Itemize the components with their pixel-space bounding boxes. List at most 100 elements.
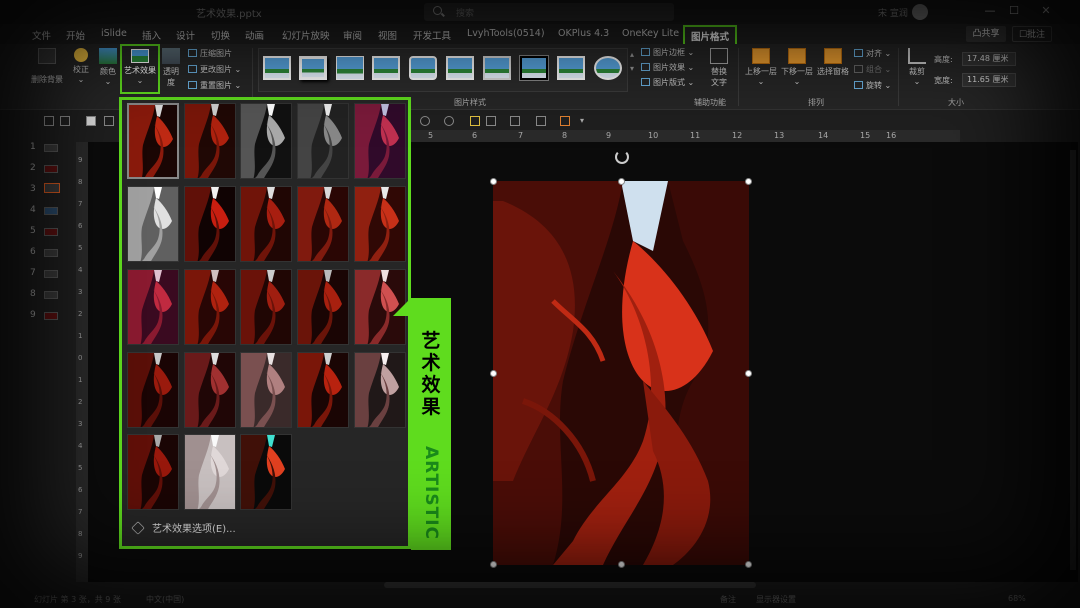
artistic-effects-options[interactable]: 艺术效果选项(E)...: [131, 520, 236, 535]
picture-style-1[interactable]: [263, 56, 291, 80]
format-painter-icon[interactable]: [44, 116, 54, 126]
artistic-effect-option[interactable]: [240, 103, 292, 179]
artistic-effect-option[interactable]: [240, 269, 292, 345]
picture-style-6[interactable]: [446, 56, 474, 80]
vertical-scrollbar[interactable]: [1070, 150, 1076, 570]
change-picture-button[interactable]: 更改图片 ⌄: [188, 64, 241, 75]
align-button[interactable]: 对齐 ⌄: [854, 48, 891, 59]
artistic-effect-option[interactable]: [184, 269, 236, 345]
height-input[interactable]: 17.48 厘米: [962, 52, 1016, 66]
resize-handle[interactable]: [490, 178, 497, 185]
compress-pictures-button[interactable]: 压缩图片: [188, 48, 232, 59]
share-button[interactable]: 凸共享: [966, 26, 1006, 42]
tab-okplus[interactable]: OKPlus 4.3: [558, 28, 609, 39]
bring-forward-button[interactable]: 上移一层 ⌄: [745, 46, 777, 96]
tab-home[interactable]: 开始: [66, 28, 85, 42]
artistic-effect-option[interactable]: [184, 103, 236, 179]
picture-style-7[interactable]: [483, 56, 511, 80]
layer-icon[interactable]: [560, 116, 570, 126]
gallery-scroll-down[interactable]: ▾: [630, 64, 634, 73]
artistic-effect-option[interactable]: [127, 186, 179, 262]
shape-2-icon[interactable]: [444, 116, 454, 126]
artistic-effect-option[interactable]: [127, 269, 179, 345]
tab-slideshow[interactable]: 幻灯片放映: [282, 28, 330, 42]
picture-style-5[interactable]: [409, 56, 437, 80]
text-icon[interactable]: [104, 116, 114, 126]
send-backward-button[interactable]: 下移一层 ⌄: [781, 46, 813, 96]
tab-onekey[interactable]: OneKey Lite: [622, 28, 679, 39]
color-button[interactable]: 颜色 ⌄: [95, 46, 121, 96]
artistic-effect-option[interactable]: [354, 103, 406, 179]
language-indicator[interactable]: 中文(中国): [146, 594, 184, 605]
artistic-effect-option[interactable]: [240, 186, 292, 262]
transparency-button[interactable]: 透明 度: [158, 46, 184, 96]
artistic-effect-option[interactable]: [184, 434, 236, 510]
artistic-effect-option[interactable]: [297, 186, 349, 262]
picture-style-3[interactable]: [336, 56, 364, 80]
artistic-effect-option[interactable]: [127, 434, 179, 510]
resize-handle[interactable]: [490, 370, 497, 377]
avatar[interactable]: [912, 4, 928, 20]
picture-effects-button[interactable]: 图片效果 ⌄: [641, 62, 694, 73]
tab-file[interactable]: 文件: [32, 28, 51, 42]
artistic-effect-option[interactable]: [127, 103, 179, 179]
tab-insert[interactable]: 插入: [142, 28, 161, 42]
artistic-effect-option[interactable]: [184, 352, 236, 428]
horizontal-scrollbar[interactable]: [384, 582, 756, 588]
slide-thumbnail[interactable]: [44, 312, 58, 320]
comment-button[interactable]: ☐批注: [1012, 26, 1052, 42]
notes-button[interactable]: 备注: [720, 594, 736, 605]
slide-thumbnail[interactable]: [44, 270, 58, 278]
tab-review[interactable]: 审阅: [343, 28, 362, 42]
artistic-effect-option[interactable]: [297, 269, 349, 345]
crop-small-icon[interactable]: [536, 116, 546, 126]
remove-background-button[interactable]: 删除背景: [31, 46, 63, 96]
picture-styles-gallery[interactable]: [258, 48, 628, 92]
artistic-effect-option[interactable]: [184, 186, 236, 262]
rotate-handle-icon[interactable]: [615, 150, 629, 164]
tab-lvyhtools[interactable]: LvyhTools(0514): [467, 28, 545, 39]
selected-picture[interactable]: [493, 181, 749, 565]
line-icon[interactable]: [510, 116, 520, 126]
selection-pane-button[interactable]: 选择窗格: [817, 46, 849, 96]
close-button[interactable]: ✕: [1036, 4, 1056, 17]
artistic-effect-option[interactable]: [297, 352, 349, 428]
minimize-button[interactable]: —: [980, 4, 1000, 17]
resize-handle[interactable]: [745, 178, 752, 185]
picture-style-2[interactable]: [299, 56, 327, 80]
artistic-effect-option[interactable]: [240, 434, 292, 510]
picture-style-4[interactable]: [372, 56, 400, 80]
maximize-button[interactable]: ☐: [1004, 4, 1024, 17]
display-settings-button[interactable]: 显示器设置: [756, 594, 796, 605]
slide-thumbnail[interactable]: [44, 165, 58, 173]
zoom-level[interactable]: 68%: [1008, 594, 1026, 603]
reset-picture-button[interactable]: 重置图片 ⌄: [188, 80, 241, 91]
slide-thumbnail[interactable]: [44, 144, 58, 152]
resize-handle[interactable]: [618, 178, 625, 185]
user-name[interactable]: 宋 宣润: [878, 6, 908, 19]
artistic-effect-option[interactable]: [127, 352, 179, 428]
search-box[interactable]: 搜索: [424, 3, 674, 21]
tab-transitions[interactable]: 切换: [211, 28, 230, 42]
tab-view[interactable]: 视图: [378, 28, 397, 42]
pen-icon[interactable]: [470, 116, 480, 126]
picture-style-10[interactable]: [594, 56, 622, 80]
picture-layout-button[interactable]: 图片版式 ⌄: [641, 77, 694, 88]
artistic-effects-button[interactable]: 艺术效果 ⌄: [120, 44, 160, 94]
artistic-effect-option[interactable]: [297, 103, 349, 179]
undo-icon[interactable]: [60, 116, 70, 126]
gallery-scroll-up[interactable]: ▴: [630, 50, 634, 59]
tab-design[interactable]: 设计: [176, 28, 195, 42]
tab-developer[interactable]: 开发工具: [413, 28, 451, 42]
picture-style-9[interactable]: [557, 56, 585, 80]
slide-thumbnail[interactable]: [44, 291, 58, 299]
artistic-effect-option[interactable]: [240, 352, 292, 428]
group-button[interactable]: 组合 ⌄: [854, 64, 891, 75]
crop-button[interactable]: 裁剪 ⌄: [904, 46, 930, 96]
tab-animations[interactable]: 动画: [245, 28, 264, 42]
picture-style-8[interactable]: [520, 56, 548, 80]
fill-icon[interactable]: [486, 116, 496, 126]
resize-handle[interactable]: [618, 561, 625, 568]
resize-handle[interactable]: [490, 561, 497, 568]
slide-thumbnail[interactable]: [44, 249, 58, 257]
